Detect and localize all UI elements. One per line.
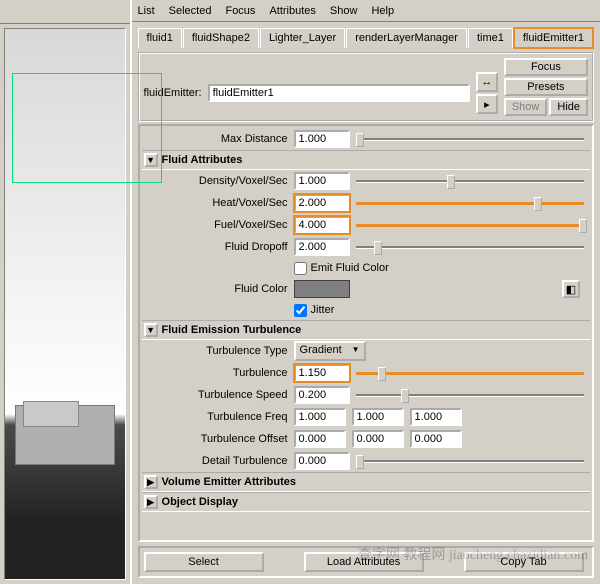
max-distance-slider[interactable] <box>356 132 584 146</box>
turbulence-offset-x[interactable]: 0.000 <box>294 430 346 448</box>
turbulence-label: Turbulence <box>142 367 294 379</box>
max-distance-input[interactable]: 1.000 <box>294 130 350 148</box>
turbulence-slider[interactable] <box>356 366 584 380</box>
menu-help[interactable]: Help <box>371 5 394 17</box>
tab-lighter-layer[interactable]: Lighter_Layer <box>260 28 345 48</box>
viewport-panel <box>0 0 132 584</box>
render-viewport[interactable] <box>4 28 126 580</box>
dropoff-slider[interactable] <box>356 240 584 254</box>
turbulence-type-select[interactable]: Gradient <box>294 341 366 361</box>
fuel-slider[interactable] <box>356 218 584 232</box>
turbulence-freq-y[interactable]: 1.000 <box>352 408 404 426</box>
menu-attributes[interactable]: Attributes <box>269 5 315 17</box>
menu-list[interactable]: List <box>138 5 155 17</box>
object-display-section[interactable]: ▶ Object Display <box>142 492 590 512</box>
out-connection-icon[interactable]: ▸ <box>476 94 498 114</box>
jitter-label: Jitter <box>311 304 335 316</box>
emit-fluid-color-label: Emit Fluid Color <box>311 262 389 274</box>
turbulence-freq-label: Turbulence Freq <box>142 411 294 423</box>
detail-turbulence-label: Detail Turbulence <box>142 455 294 467</box>
node-name-input[interactable] <box>208 84 470 102</box>
turbulence-freq-x[interactable]: 1.000 <box>294 408 346 426</box>
select-button[interactable]: Select <box>144 552 264 572</box>
fluid-color-swatch[interactable] <box>294 280 350 298</box>
turbulence-offset-z[interactable]: 0.000 <box>410 430 462 448</box>
tab-fluid1[interactable]: fluid1 <box>138 28 182 48</box>
attribute-editor-menubar: List Selected Focus Attributes Show Help <box>132 0 600 22</box>
tab-time1[interactable]: time1 <box>468 28 513 48</box>
attribute-scroll[interactable]: Max Distance 1.000 ▼ Fluid Attributes De… <box>138 124 594 542</box>
expand-icon[interactable]: ▶ <box>144 495 158 509</box>
tab-fluidemitter1[interactable]: fluidEmitter1 <box>514 28 593 48</box>
jitter-checkbox[interactable] <box>294 304 307 317</box>
presets-button[interactable]: Presets <box>504 78 588 96</box>
collapse-icon[interactable]: ▼ <box>144 323 158 337</box>
watermark: 查字网 教程网 jiaocheng.chazidian.com <box>358 544 588 564</box>
detail-turbulence-slider[interactable] <box>356 454 584 468</box>
density-label: Density/Voxel/Sec <box>142 175 294 187</box>
fluid-color-label: Fluid Color <box>142 283 294 295</box>
dropoff-input[interactable]: 2.000 <box>294 238 350 256</box>
turbulence-input[interactable]: 1.150 <box>294 364 350 382</box>
tab-fluidshape2[interactable]: fluidShape2 <box>183 28 259 48</box>
heat-slider[interactable] <box>356 196 584 210</box>
fluid-attributes-section[interactable]: ▼ Fluid Attributes <box>142 150 590 170</box>
pin-icon[interactable]: ↔ <box>476 72 498 92</box>
focus-button[interactable]: Focus <box>504 58 588 76</box>
show-button[interactable]: Show <box>504 98 548 116</box>
wireframe-box <box>12 73 162 183</box>
heat-input[interactable]: 2.000 <box>294 194 350 212</box>
density-input[interactable]: 1.000 <box>294 172 350 190</box>
fuel-input[interactable]: 4.000 <box>294 216 350 234</box>
emit-fluid-color-checkbox[interactable] <box>294 262 307 275</box>
volume-emitter-section[interactable]: ▶ Volume Emitter Attributes <box>142 472 590 492</box>
heat-label: Heat/Voxel/Sec <box>142 197 294 209</box>
emission-turbulence-section[interactable]: ▼ Fluid Emission Turbulence <box>142 320 590 340</box>
detail-turbulence-input[interactable]: 0.000 <box>294 452 350 470</box>
menu-show[interactable]: Show <box>330 5 358 17</box>
density-slider[interactable] <box>356 174 584 188</box>
max-distance-label: Max Distance <box>142 133 294 145</box>
color-picker-icon[interactable]: ◧ <box>562 280 580 298</box>
turbulence-offset-label: Turbulence Offset <box>142 433 294 445</box>
turbulence-type-label: Turbulence Type <box>142 345 294 357</box>
menu-selected[interactable]: Selected <box>169 5 212 17</box>
expand-icon[interactable]: ▶ <box>144 475 158 489</box>
hide-button[interactable]: Hide <box>549 98 588 116</box>
node-tabs: fluid1 fluidShape2 Lighter_Layer renderL… <box>138 28 594 48</box>
menu-focus[interactable]: Focus <box>225 5 255 17</box>
mesh-object <box>23 401 79 427</box>
fuel-label: Fuel/Voxel/Sec <box>142 219 294 231</box>
turbulence-freq-z[interactable]: 1.000 <box>410 408 462 426</box>
turbulence-speed-input[interactable]: 0.200 <box>294 386 350 404</box>
turbulence-speed-label: Turbulence Speed <box>142 389 294 401</box>
dropoff-label: Fluid Dropoff <box>142 241 294 253</box>
turbulence-speed-slider[interactable] <box>356 388 584 402</box>
tab-renderlayermanager[interactable]: renderLayerManager <box>346 28 467 48</box>
turbulence-offset-y[interactable]: 0.000 <box>352 430 404 448</box>
